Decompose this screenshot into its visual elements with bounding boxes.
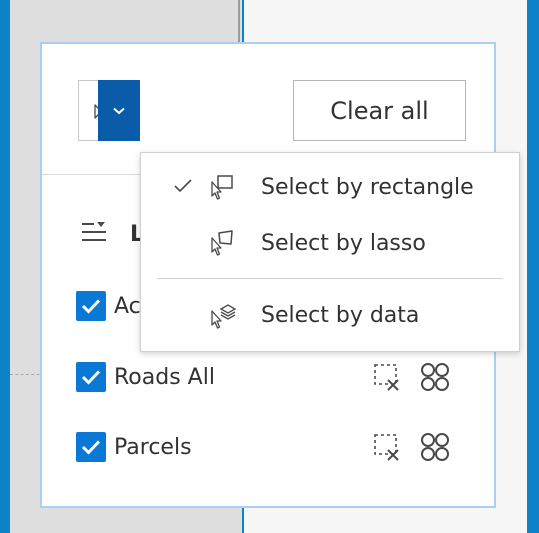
zoom-to-selection-icon[interactable] <box>418 430 452 468</box>
selection-mode-button[interactable] <box>78 80 140 141</box>
layer-row: Parcels <box>76 430 192 464</box>
chevron-down-icon <box>113 107 125 114</box>
select-lasso-icon <box>209 229 235 261</box>
layer-label: Roads All <box>114 364 215 390</box>
layer-checkbox[interactable] <box>76 432 106 462</box>
layer-checkbox[interactable] <box>76 291 106 321</box>
menu-item-select-by-rectangle[interactable]: Select by rectangle <box>141 163 519 211</box>
pane-divider <box>238 0 240 44</box>
menu-item-select-by-data[interactable]: Select by data <box>141 291 519 339</box>
layers-header: L <box>80 220 144 248</box>
selection-mode-dropdown-toggle[interactable] <box>98 80 140 141</box>
list-options-icon[interactable] <box>80 220 108 248</box>
layer-label: Parcels <box>114 434 192 460</box>
zoom-to-selection-icon[interactable] <box>418 360 452 398</box>
menu-item-label: Select by lasso <box>261 230 426 256</box>
selection-mode-menu: Select by rectangle Select by lasso Sele… <box>140 152 520 352</box>
layer-label: Ac <box>114 293 141 319</box>
clear-all-button[interactable]: Clear all <box>293 80 466 141</box>
menu-separator <box>157 278 503 279</box>
menu-item-select-by-lasso[interactable]: Select by lasso <box>141 219 519 267</box>
layer-row: Roads All <box>76 360 215 394</box>
checkmark-icon <box>81 440 101 455</box>
checkmark-icon <box>81 299 101 314</box>
menu-item-label: Select by data <box>261 302 420 328</box>
layer-row: Ac <box>76 289 141 323</box>
layer-checkbox[interactable] <box>76 362 106 392</box>
menu-item-label: Select by rectangle <box>261 174 474 200</box>
select-rectangle-icon <box>209 173 235 205</box>
layer-row-actions <box>370 360 452 398</box>
layer-row-actions <box>370 430 452 468</box>
select-data-icon <box>209 301 237 333</box>
checkmark-icon <box>173 177 193 199</box>
clear-selection-icon[interactable] <box>370 360 404 398</box>
clear-selection-icon[interactable] <box>370 430 404 468</box>
checkmark-icon <box>81 370 101 385</box>
